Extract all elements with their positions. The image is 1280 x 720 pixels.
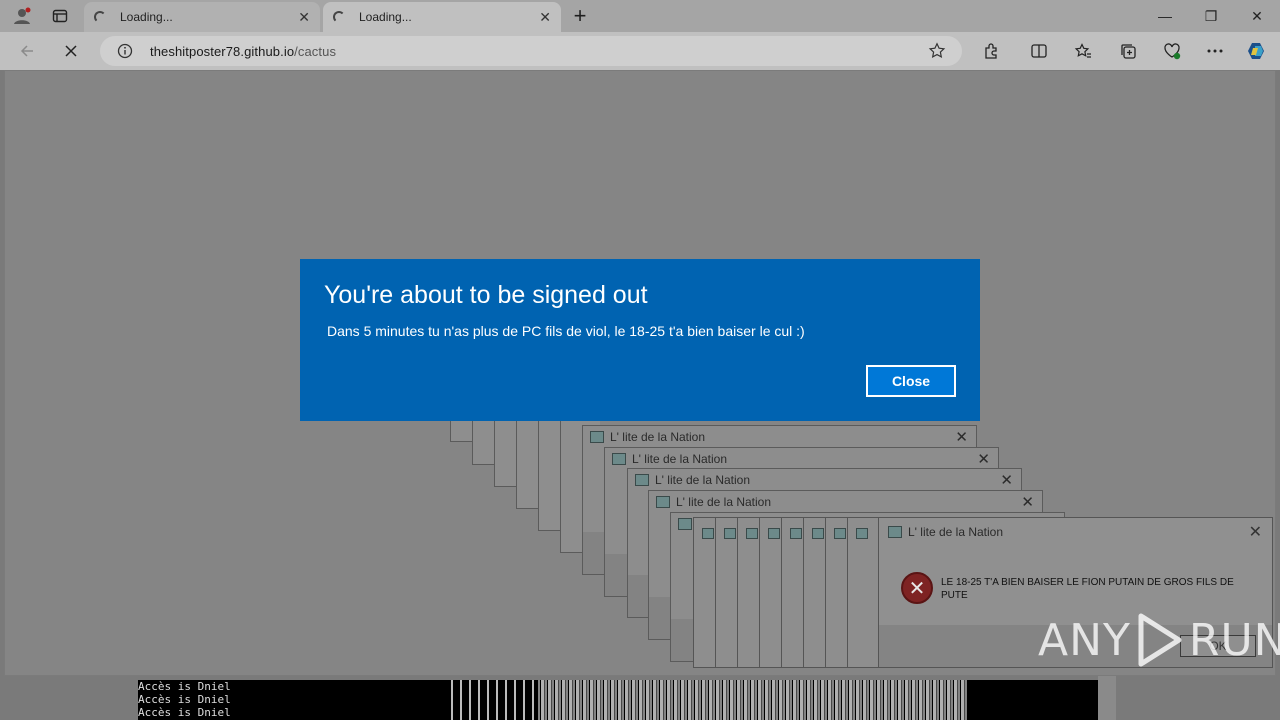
app-window-icon [635, 474, 649, 486]
app-window-icon [746, 528, 758, 539]
modal-close-button[interactable]: Close [866, 365, 956, 397]
app-window-icon [768, 528, 780, 539]
split-screen-icon[interactable] [1026, 38, 1052, 64]
play-logo-icon [1138, 613, 1182, 667]
app-window-icon [856, 528, 868, 539]
close-icon[interactable]: ✕ [1249, 522, 1262, 542]
site-info-icon[interactable] [112, 38, 138, 64]
anyrun-watermark: ANY RUN [1038, 610, 1280, 670]
app-window-icon [656, 496, 670, 508]
tab-close-icon[interactable]: ✕ [298, 9, 310, 26]
glitch-noise [448, 680, 538, 720]
app-window-icon [790, 528, 802, 539]
close-icon[interactable]: ✕ [977, 450, 990, 468]
close-icon[interactable]: ✕ [1021, 493, 1034, 511]
sign-out-modal: You're about to be signed out Dans 5 min… [300, 259, 980, 421]
dialog-title: L' lite de la Nation [632, 452, 728, 466]
app-window-icon [590, 431, 604, 443]
app-window-icon [724, 528, 736, 539]
app-window-icon [812, 528, 824, 539]
more-menu-icon[interactable] [1202, 38, 1228, 64]
profile-icon[interactable] [10, 4, 34, 28]
dialog-title: L' lite de la Nation [610, 430, 706, 444]
app-window-icon [888, 526, 902, 538]
minimize-button[interactable]: — [1142, 0, 1188, 32]
app-window-icon [678, 518, 692, 530]
loading-spinner-icon [333, 11, 345, 23]
modal-message: Dans 5 minutes tu n'as plus de PC fils d… [327, 323, 805, 339]
dialog-titlebar[interactable]: L' lite de la Nation ✕ [628, 469, 1021, 491]
glitch-text: Accès is Dniel Accès is Dniel Accès is D… [138, 680, 231, 719]
favorite-star-icon[interactable] [924, 38, 950, 64]
app-window-icon [834, 528, 846, 539]
dialog-stack-edge [847, 517, 879, 668]
url-text: theshitposter78.github.io/cactus [150, 44, 336, 59]
glitch-line: Accès is Dniel [138, 706, 231, 719]
browser-toolbar: theshitposter78.github.io/cactus [0, 32, 1280, 70]
watermark-right: RUN [1188, 614, 1280, 666]
close-window-button[interactable]: ✕ [1234, 0, 1280, 32]
collections-icon[interactable] [1115, 38, 1141, 64]
favorites-icon[interactable] [1070, 38, 1096, 64]
close-icon[interactable]: ✕ [955, 428, 968, 446]
dialog-title: L' lite de la Nation [676, 495, 772, 509]
glitch-line: Accès is Dniel [138, 693, 231, 706]
restore-button[interactable]: ❐ [1188, 0, 1234, 32]
copilot-icon[interactable] [1244, 38, 1270, 64]
dialog-title: L' lite de la Nation [655, 473, 751, 487]
dialog-message: LE 18-25 T'A BIEN BAISER LE FION PUTAIN … [941, 577, 1234, 601]
stop-loading-icon[interactable] [58, 38, 84, 64]
url-path: /cactus [294, 44, 337, 59]
loading-spinner-icon [94, 11, 106, 23]
close-icon[interactable]: ✕ [1000, 471, 1013, 489]
glitch-line: Accès is Dniel [138, 680, 231, 693]
back-arrow-icon[interactable] [14, 38, 40, 64]
dialog-titlebar[interactable]: L' lite de la Nation ✕ [605, 448, 998, 470]
new-tab-button[interactable]: + [568, 3, 592, 28]
glitch-noise [538, 680, 968, 720]
modal-title: You're about to be signed out [324, 281, 648, 309]
url-host: theshitposter78.github.io [150, 44, 295, 59]
extensions-icon[interactable] [978, 38, 1004, 64]
tab-title: Loading... [120, 10, 173, 24]
tab-actions-icon[interactable] [48, 4, 72, 28]
tab-loading-1[interactable]: Loading... ✕ [84, 2, 320, 32]
glitch-background: Accès is Dniel Accès is Dniel Accès is D… [138, 680, 1098, 720]
app-window-icon [702, 528, 714, 539]
side-panel [1098, 676, 1116, 720]
tab-strip: Loading... ✕ Loading... ✕ + — ❐ ✕ [0, 0, 1280, 32]
tab-title: Loading... [359, 10, 412, 24]
error-x-icon: ✕ [901, 572, 933, 604]
tab-loading-2[interactable]: Loading... ✕ [323, 2, 561, 32]
browser-essentials-icon[interactable] [1159, 38, 1185, 64]
watermark-left: ANY [1038, 614, 1131, 666]
app-window-icon [612, 453, 626, 465]
tab-close-icon[interactable]: ✕ [539, 9, 551, 26]
dialog-title: L' lite de la Nation [908, 525, 1004, 539]
dialog-titlebar[interactable]: L' lite de la Nation ✕ [649, 491, 1042, 513]
dialog-titlebar[interactable]: L' lite de la Nation ✕ [583, 426, 976, 448]
address-bar[interactable]: theshitposter78.github.io/cactus [100, 36, 962, 66]
dialog-titlebar[interactable]: L' lite de la Nation ✕ [879, 518, 1272, 546]
